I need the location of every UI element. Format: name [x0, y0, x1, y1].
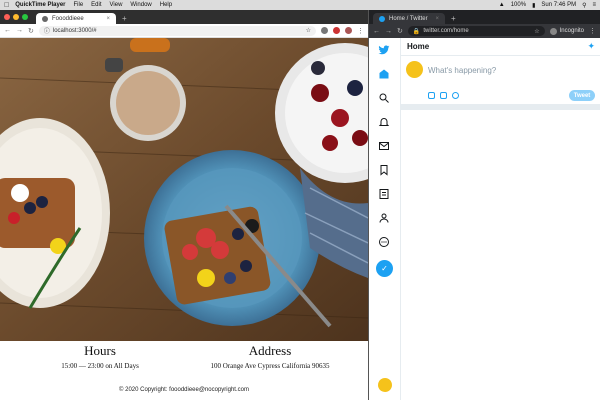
hours-text: 15:00 — 23:00 on All Days — [61, 362, 139, 370]
hours-block: Hours 15:00 — 23:00 on All Days — [45, 343, 155, 370]
kebab-menu-icon[interactable]: ⋮ — [589, 27, 596, 35]
home-icon[interactable] — [378, 68, 390, 80]
extension-icon-red[interactable] — [333, 27, 340, 34]
twitter-favicon-icon — [379, 15, 385, 22]
back-icon[interactable]: ← — [4, 27, 11, 34]
zoom-window-button[interactable] — [22, 14, 28, 20]
browser-toolbar: ← → ↻ ⓘ localhost:3000/# ☆ ⋮ — [0, 24, 368, 38]
menu-help[interactable]: Help — [160, 2, 172, 8]
menu-edit[interactable]: Edit — [91, 2, 101, 8]
breakfast-photo — [0, 38, 368, 341]
minimize-window-button[interactable] — [13, 14, 19, 20]
new-tab-button[interactable]: + — [451, 13, 456, 24]
composer-tools — [428, 92, 459, 99]
bookmarks-icon[interactable] — [378, 164, 390, 176]
profile-icon[interactable] — [378, 212, 390, 224]
menubar:  QuickTime Player File Edit View Window… — [0, 0, 600, 10]
reload-icon[interactable]: ↻ — [397, 27, 403, 35]
tab-bar: Home / Twitter × + — [369, 10, 600, 24]
battery-icon[interactable]: ▮ — [532, 2, 535, 9]
tab-foooddieee[interactable]: Foooddieee × — [36, 13, 116, 24]
incognito-label: Incognito — [559, 28, 584, 34]
messages-icon[interactable] — [378, 140, 390, 152]
star-icon[interactable]: ☆ — [534, 28, 539, 35]
sparkle-icon[interactable]: ✦ — [587, 41, 595, 52]
close-window-button[interactable] — [4, 14, 10, 20]
browser-toolbar: ← → ↻ 🔒 twitter.com/home ☆ Incognito ⋮ — [369, 24, 600, 38]
timeline-header: Home ✦ — [401, 38, 600, 56]
battery-percent[interactable]: 100% — [511, 2, 526, 8]
incognito-indicator[interactable]: Incognito — [549, 27, 584, 35]
new-tab-button[interactable]: + — [122, 13, 127, 24]
tab-bar: Foooddieee × + — [0, 10, 368, 24]
page-title: Home — [407, 42, 430, 51]
composer-avatar[interactable] — [406, 61, 423, 78]
url-text: twitter.com/home — [423, 28, 469, 34]
tab-title: Home / Twitter — [389, 15, 428, 22]
image-icon[interactable] — [428, 92, 435, 99]
wifi-icon[interactable]: ▲ — [499, 2, 505, 8]
apple-icon[interactable]:  — [4, 2, 9, 9]
search-icon[interactable]: ⚲ — [582, 2, 586, 9]
globe-icon — [42, 15, 48, 22]
search-icon[interactable] — [378, 92, 390, 104]
kebab-menu-icon[interactable]: ⋮ — [357, 27, 364, 35]
clock[interactable]: Sun 7:46 PM — [541, 2, 576, 8]
lock-icon: 🔒 — [412, 28, 421, 35]
menu-view[interactable]: View — [110, 2, 123, 8]
left-browser-window: Foooddieee × + ← → ↻ ⓘ localhost:3000/# … — [0, 10, 368, 400]
more-icon[interactable] — [378, 236, 390, 248]
address-text: 100 Orange Ave Cypress California 90635 — [210, 362, 330, 370]
profile-avatar[interactable] — [345, 27, 352, 34]
twitter-timeline: Home ✦ What's happening? Tweet — [401, 38, 600, 400]
menu-list-icon[interactable]: ≡ — [592, 2, 596, 8]
back-icon[interactable]: ← — [373, 28, 380, 35]
url-text: localhost:3000/# — [52, 27, 97, 34]
tweet-button[interactable]: Tweet — [569, 90, 595, 101]
hours-heading: Hours — [84, 343, 116, 358]
address-block: Address 100 Orange Ave Cypress Californi… — [195, 343, 345, 370]
address-bar[interactable]: 🔒 twitter.com/home ☆ — [407, 26, 545, 36]
info-icon[interactable]: ⓘ — [44, 26, 50, 35]
tab-twitter-home[interactable]: Home / Twitter × — [373, 13, 445, 24]
feather-icon: ✓ — [381, 264, 388, 273]
timeline-feed — [401, 110, 600, 400]
address-bar[interactable]: ⓘ localhost:3000/# ☆ — [38, 25, 316, 36]
tweet-composer: What's happening? Tweet — [401, 56, 600, 104]
notifications-icon[interactable] — [378, 116, 390, 128]
info-section: Hours 15:00 — 23:00 on All Days Address … — [0, 341, 368, 400]
hero-food-image — [0, 38, 368, 341]
menu-window[interactable]: Window — [130, 2, 151, 8]
window-controls — [4, 10, 28, 24]
menu-app-name[interactable]: QuickTime Player — [15, 2, 65, 8]
tweet-input[interactable]: What's happening? — [428, 66, 496, 75]
forward-icon[interactable]: → — [16, 27, 23, 34]
twitter-nav-rail: ✓ — [369, 38, 401, 400]
compose-tweet-button[interactable]: ✓ — [376, 260, 393, 277]
star-icon[interactable]: ☆ — [306, 27, 311, 34]
forward-icon[interactable]: → — [385, 28, 392, 35]
close-tab-icon[interactable]: × — [435, 16, 439, 22]
twitter-logo-icon[interactable] — [378, 44, 390, 56]
address-heading: Address — [248, 343, 292, 358]
reload-icon[interactable]: ↻ — [28, 27, 34, 35]
gif-icon[interactable] — [440, 92, 447, 99]
emoji-icon[interactable] — [452, 92, 459, 99]
close-tab-icon[interactable]: × — [106, 16, 110, 22]
right-browser-window: Home / Twitter × + ← → ↻ 🔒 twitter.com/h… — [368, 10, 600, 400]
tab-title: Foooddieee — [52, 15, 84, 22]
copyright-footer: © 2020 Copyright: foooddieee@nocopyright… — [119, 387, 249, 393]
twitter-app: ✓ Home ✦ What's happening? Tweet — [369, 38, 600, 400]
extension-icon[interactable] — [321, 27, 328, 34]
lists-icon[interactable] — [378, 188, 390, 200]
account-avatar[interactable] — [378, 378, 392, 392]
menu-file[interactable]: File — [74, 2, 84, 8]
incognito-icon — [549, 27, 557, 35]
